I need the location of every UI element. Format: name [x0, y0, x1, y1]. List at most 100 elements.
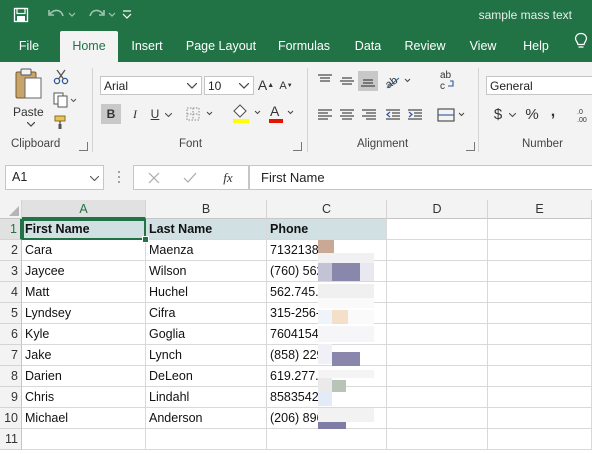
number-format-select[interactable]: General — [486, 76, 592, 95]
fill-handle[interactable] — [142, 236, 149, 243]
cell[interactable] — [387, 324, 488, 345]
last-name-cell[interactable]: DeLeon — [146, 366, 267, 387]
confirm-entry-button[interactable] — [180, 169, 200, 187]
customize-qat-button[interactable] — [120, 5, 134, 25]
font-launcher[interactable] — [293, 142, 302, 151]
italic-button[interactable]: I — [126, 104, 144, 124]
last-name-cell[interactable]: Lynch — [146, 345, 267, 366]
underline-button[interactable]: U — [148, 104, 162, 124]
tell-me-button[interactable] — [570, 31, 592, 62]
cell[interactable] — [387, 408, 488, 429]
row-header-2[interactable]: 2 — [0, 240, 22, 261]
name-box-dropdown-icon[interactable] — [88, 173, 100, 183]
cell[interactable] — [488, 345, 592, 366]
paste-dropdown-icon[interactable] — [26, 120, 36, 128]
first-name-cell[interactable]: Jake — [22, 345, 146, 366]
cell[interactable] — [267, 429, 387, 450]
first-name-cell[interactable]: Chris — [22, 387, 146, 408]
last-name-cell[interactable]: Cifra — [146, 303, 267, 324]
first-name-cell[interactable]: Cara — [22, 240, 146, 261]
row-header-3[interactable]: 3 — [0, 261, 22, 282]
header-cell-last-name[interactable]: Last Name — [146, 219, 267, 240]
column-header-e[interactable]: E — [488, 200, 592, 219]
cell[interactable] — [387, 240, 488, 261]
cell[interactable] — [488, 366, 592, 387]
column-header-a[interactable]: A — [22, 200, 146, 219]
row-header-4[interactable]: 4 — [0, 282, 22, 303]
decrease-font-size-button[interactable]: A ▼ — [278, 77, 294, 95]
column-header-b[interactable]: B — [146, 200, 267, 219]
bold-button[interactable]: B — [101, 104, 121, 124]
clipboard-launcher[interactable] — [79, 142, 88, 151]
insert-function-button[interactable]: fx — [216, 168, 240, 188]
save-button[interactable] — [10, 5, 32, 25]
first-name-cell[interactable]: Lyndsey — [22, 303, 146, 324]
cell[interactable] — [387, 387, 488, 408]
fill-color-button[interactable] — [230, 102, 264, 126]
cell[interactable] — [22, 429, 146, 450]
column-header-d[interactable]: D — [387, 200, 488, 219]
last-name-cell[interactable]: Wilson — [146, 261, 267, 282]
last-name-cell[interactable]: Goglia — [146, 324, 267, 345]
comma-style-button[interactable]: , — [546, 102, 560, 122]
bottom-align-button[interactable] — [358, 71, 378, 91]
cell[interactable] — [488, 303, 592, 324]
cell[interactable] — [488, 387, 592, 408]
header-cell-phone[interactable]: Phone — [267, 219, 387, 240]
last-name-cell[interactable]: Huchel — [146, 282, 267, 303]
last-name-cell[interactable]: Anderson — [146, 408, 267, 429]
orientation-button[interactable]: ab — [382, 71, 414, 91]
copy-button[interactable] — [52, 91, 78, 109]
increase-indent-button[interactable] — [406, 106, 424, 124]
middle-align-button[interactable] — [338, 72, 356, 90]
top-align-button[interactable] — [316, 72, 334, 90]
tab-view[interactable]: View — [462, 31, 504, 62]
row-header-1[interactable]: 1 — [0, 219, 22, 240]
row-header-9[interactable]: 9 — [0, 387, 22, 408]
tab-page-layout[interactable]: Page Layout — [181, 31, 261, 62]
percent-style-button[interactable]: % — [523, 104, 541, 124]
borders-button[interactable] — [184, 104, 216, 124]
cell[interactable] — [146, 429, 267, 450]
format-painter-button[interactable] — [52, 113, 70, 131]
cell[interactable] — [387, 219, 488, 240]
font-color-button[interactable]: A — [266, 102, 298, 126]
increase-font-size-button[interactable]: A ▲ — [258, 75, 274, 95]
select-all-corner[interactable] — [0, 200, 22, 219]
tab-home[interactable]: Home — [60, 31, 118, 62]
increase-decimal-button[interactable]: .0.00 — [572, 104, 592, 124]
align-left-button[interactable] — [316, 106, 334, 124]
cell[interactable] — [488, 408, 592, 429]
formula-bar-grip[interactable] — [116, 168, 122, 186]
cell[interactable] — [387, 303, 488, 324]
accounting-format-button[interactable]: $ — [490, 104, 506, 124]
cut-button[interactable] — [52, 68, 70, 86]
cell[interactable] — [488, 219, 592, 240]
cell[interactable] — [387, 429, 488, 450]
cell[interactable] — [387, 366, 488, 387]
cell[interactable] — [387, 282, 488, 303]
column-header-c[interactable]: C — [267, 200, 387, 219]
row-header-8[interactable]: 8 — [0, 366, 22, 387]
undo-button[interactable] — [44, 5, 78, 25]
tab-data[interactable]: Data — [348, 31, 388, 62]
row-header-7[interactable]: 7 — [0, 345, 22, 366]
accounting-dropdown-icon[interactable] — [507, 110, 517, 120]
align-right-button[interactable] — [360, 106, 378, 124]
first-name-cell[interactable]: Matt — [22, 282, 146, 303]
cell[interactable] — [488, 240, 592, 261]
cell[interactable] — [488, 261, 592, 282]
formula-input[interactable]: First Name — [249, 165, 592, 190]
last-name-cell[interactable]: Lindahl — [146, 387, 267, 408]
decrease-indent-button[interactable] — [384, 106, 402, 124]
tab-formulas[interactable]: Formulas — [272, 31, 336, 62]
first-name-cell[interactable]: Michael — [22, 408, 146, 429]
tab-file[interactable]: File — [9, 31, 49, 62]
align-center-button[interactable] — [338, 106, 356, 124]
last-name-cell[interactable]: Maenza — [146, 240, 267, 261]
merge-center-button[interactable] — [436, 106, 468, 124]
cancel-entry-button[interactable] — [144, 169, 164, 187]
cell[interactable] — [387, 345, 488, 366]
first-name-cell[interactable]: Jaycee — [22, 261, 146, 282]
tab-help[interactable]: Help — [515, 31, 557, 62]
